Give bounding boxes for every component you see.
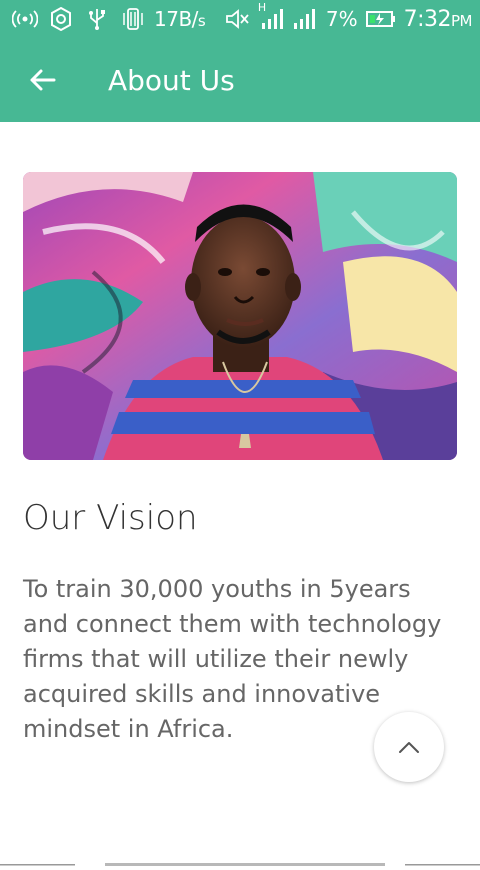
usb-icon: [84, 7, 110, 31]
network-type-label: H: [257, 1, 267, 14]
chevron-up-icon: [399, 742, 419, 753]
vibrate-icon: [120, 7, 146, 31]
clock: 7:32PM: [403, 6, 473, 32]
mute-icon: [224, 7, 250, 31]
battery-percent: 7%: [325, 7, 358, 31]
section-heading: Our Vision: [23, 498, 198, 538]
wifi-hotspot-icon: [12, 7, 38, 31]
status-bar: 17B/s H 7% 7:32PM: [0, 0, 480, 38]
app-bar: About Us: [0, 38, 480, 122]
arrow-left-icon: [30, 69, 56, 91]
signal-icon: H: [258, 1, 284, 31]
scroll-top-button[interactable]: [374, 712, 444, 782]
page-title: About Us: [108, 63, 235, 97]
back-button[interactable]: [22, 60, 62, 100]
battery-icon: [365, 7, 396, 31]
signal-icon: [292, 7, 318, 31]
hero-image: [23, 172, 457, 460]
settings-icon: [48, 7, 74, 31]
network-speed: 17B/s: [154, 7, 206, 31]
